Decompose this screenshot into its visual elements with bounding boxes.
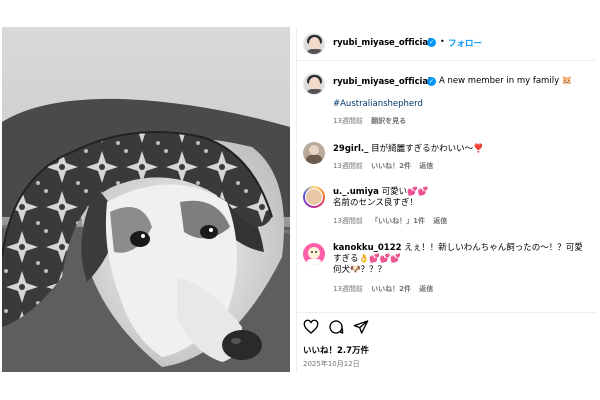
post-photo[interactable] [2, 27, 290, 372]
comment-avatar[interactable] [303, 186, 325, 208]
author-username[interactable]: ryubi_miyase_official [333, 38, 431, 48]
hashtag-link[interactable]: #Australianshepherd [333, 99, 423, 109]
comment-text-line1: 可愛い💕💕 [381, 187, 429, 197]
caption-time: 13週間前 [333, 117, 363, 125]
dog-photo-image [2, 27, 290, 372]
caption-meta: 13週間前 翻訳を見る [333, 116, 412, 126]
comment-avatar[interactable] [303, 243, 325, 265]
comment-body: 29girl._ 目が綺麗すぎるかわいい〜❣️ [333, 144, 591, 155]
post-date: 2025年10月12日 [303, 360, 360, 368]
reply-button[interactable]: 返信 [433, 217, 447, 225]
verified-badge-icon: ✓ [427, 77, 436, 86]
comment-body: u._.umiya 可愛い💕💕 名前のセンス良すぎ！ [333, 187, 591, 209]
comment-bubble-icon[interactable] [328, 319, 344, 335]
caption-text: A new member in my family 🐹 [439, 76, 573, 86]
comment-body: kanokku_0122 えぇ！！新しいわんちゃん飼ったの〜！？可愛 すぎる👌💕… [333, 243, 591, 276]
instagram-post-window: ryubi_miyase_official ✓ • フォロー ryubi_miy… [0, 0, 600, 400]
comment-time: 13週間前 [333, 217, 363, 225]
post-detail-panel: ryubi_miyase_official ✓ • フォロー ryubi_miy… [296, 27, 597, 372]
comment-time: 13週間前 [333, 162, 363, 170]
comment-username[interactable]: 29girl._ [333, 144, 368, 154]
comment-avatar[interactable] [303, 142, 325, 164]
comment-meta: 13週間前 いいね！2件 返信 [333, 161, 439, 171]
comment-text-line2: すぎる👌💕💕💕 [333, 254, 401, 264]
translate-link[interactable]: 翻訳を見る [371, 117, 406, 125]
paper-plane-icon[interactable] [353, 319, 369, 335]
like-count[interactable]: いいね！2.7万件 [303, 344, 369, 356]
caption-author-avatar[interactable] [303, 73, 325, 95]
caption-username[interactable]: ryubi_miyase_official [333, 77, 431, 87]
comment-text: 目が綺麗すぎるかわいい〜❣️ [371, 144, 484, 154]
author-avatar[interactable] [303, 33, 325, 55]
comment-username[interactable]: u._.umiya [333, 187, 379, 197]
reply-button[interactable]: 返信 [419, 285, 433, 293]
comment-meta: 13週間前 いいね！2件 返信 [333, 284, 439, 294]
post-actions-bar: いいね！2.7万件 2025年10月12日 [297, 312, 597, 372]
comment-meta: 13週間前 「いいね！」1件 返信 [333, 216, 453, 226]
heart-outline-icon[interactable] [303, 319, 319, 335]
verified-badge-icon: ✓ [427, 38, 436, 47]
comment-like-count[interactable]: いいね！2件 [371, 285, 411, 293]
follow-button[interactable]: フォロー [448, 37, 482, 49]
comment-like-count[interactable]: いいね！2件 [371, 162, 411, 170]
separator-dot: • [440, 37, 445, 46]
reply-button[interactable]: 返信 [419, 162, 433, 170]
post-header: ryubi_miyase_official ✓ • フォロー [297, 27, 597, 61]
comment-like-count[interactable]: 「いいね！」1件 [371, 217, 425, 225]
comment-username[interactable]: kanokku_0122 [333, 243, 402, 253]
comment-time: 13週間前 [333, 285, 363, 293]
comment-text-line3: 何犬🐶？？？ [333, 265, 387, 275]
comment-text-line2: 名前のセンス良すぎ！ [333, 198, 418, 208]
comment-text-line1: えぇ！！新しいわんちゃん飼ったの〜！？可愛 [404, 243, 583, 253]
